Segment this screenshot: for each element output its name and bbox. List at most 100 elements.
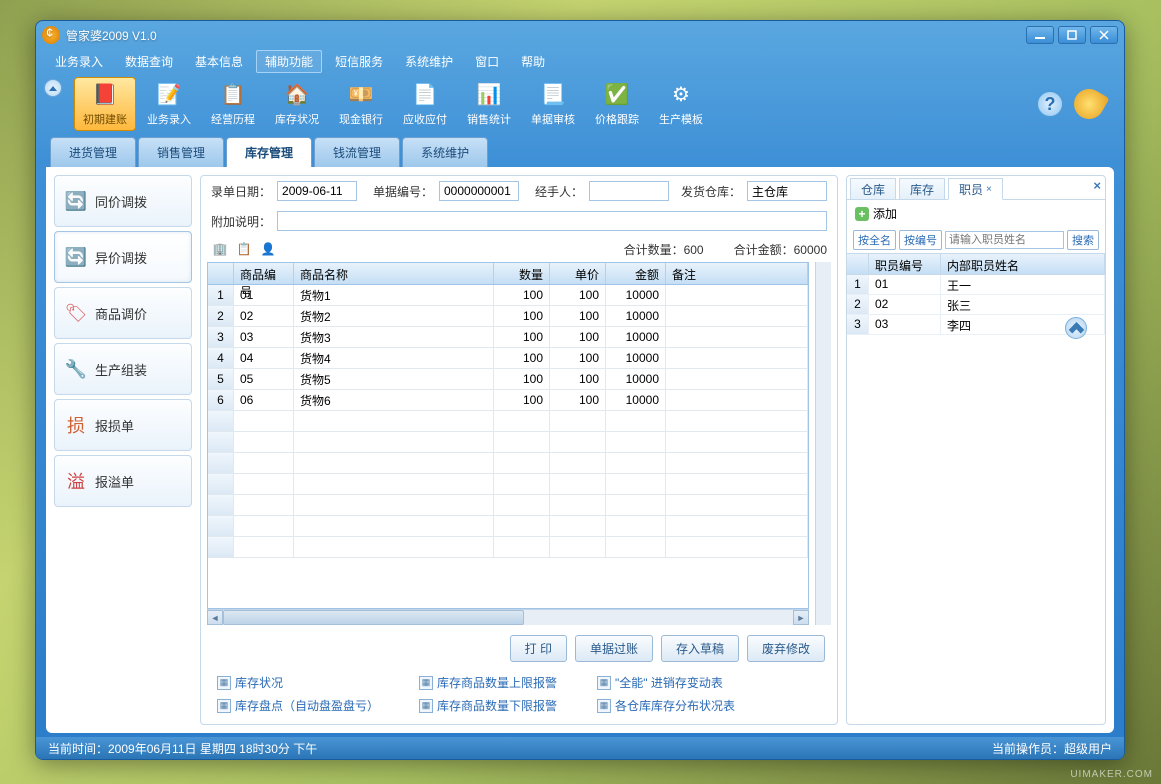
minimize-button[interactable] xyxy=(1026,26,1054,44)
toolbar-icon: ✅ xyxy=(604,82,630,108)
toolbar-button[interactable]: 📕初期建账 xyxy=(74,77,136,131)
sidebar-label: 同价调拨 xyxy=(95,192,147,211)
table-row[interactable]: 505货物510010010000 xyxy=(208,369,808,390)
menu-item[interactable]: 业务录入 xyxy=(46,50,112,73)
quick-link[interactable]: ▦库存状况 xyxy=(217,674,379,691)
main-tab[interactable]: 销售管理 xyxy=(138,137,224,167)
main-tab[interactable]: 系统维护 xyxy=(402,137,488,167)
table-row[interactable]: 606货物610010010000 xyxy=(208,390,808,411)
toolbar-button[interactable]: 📃单据审核 xyxy=(522,77,584,131)
sidebar-item[interactable]: 🔧生产组装 xyxy=(54,343,192,395)
sidebar-item[interactable]: 🔄同价调拨 xyxy=(54,175,192,227)
table-row[interactable]: 202货物210010010000 xyxy=(208,306,808,327)
titlebar[interactable]: 管家婆2009 V1.0 xyxy=(36,21,1124,49)
no-label: 单据编号： xyxy=(373,183,433,200)
right-panel-close-icon[interactable]: × xyxy=(1093,178,1101,193)
toolbar-button[interactable]: 📋经营历程 xyxy=(202,77,264,131)
table-row-empty[interactable] xyxy=(208,474,808,495)
menu-item[interactable]: 窗口 xyxy=(466,50,508,73)
table-row[interactable]: 303货物310010010000 xyxy=(208,327,808,348)
app-logo-icon xyxy=(42,26,60,44)
filter-all-button[interactable]: 按全名 xyxy=(853,230,896,250)
right-table-row[interactable]: 202张三 xyxy=(847,295,1105,315)
post-button[interactable]: 单据过账 xyxy=(575,635,653,662)
grid-tool-icon-3[interactable]: 👤 xyxy=(259,240,277,258)
grid-header-amt[interactable]: 金额 xyxy=(606,263,666,284)
menu-item[interactable]: 辅助功能 xyxy=(256,50,322,73)
search-button[interactable]: 搜索 xyxy=(1067,230,1099,250)
right-tab[interactable]: 库存 xyxy=(899,178,945,199)
theme-icon[interactable] xyxy=(1069,84,1110,125)
sidebar-item[interactable]: 🏷商品调价 xyxy=(54,287,192,339)
discard-button[interactable]: 废弃修改 xyxy=(747,635,825,662)
grid-header-note[interactable]: 备注 xyxy=(666,263,808,284)
date-input[interactable] xyxy=(277,181,357,201)
grid-tool-icon-2[interactable]: 📋 xyxy=(235,240,253,258)
grid-header-code[interactable]: 商品编号 xyxy=(234,263,294,284)
toolbar-button[interactable]: ⚙生产模板 xyxy=(650,77,712,131)
toolbar-button[interactable]: 📄应收应付 xyxy=(394,77,456,131)
sidebar-item[interactable]: 🔄异价调拨 xyxy=(54,231,192,283)
horizontal-scrollbar[interactable]: ◄ ► xyxy=(207,609,809,625)
sidebar-item[interactable]: 损报损单 xyxy=(54,399,192,451)
right-tab[interactable]: 仓库 xyxy=(850,178,896,199)
right-tab[interactable]: 职员× xyxy=(948,178,1003,200)
collapse-toolbar-button[interactable] xyxy=(44,79,62,97)
close-button[interactable] xyxy=(1090,26,1118,44)
quick-link[interactable]: ▦库存盘点（自动盘盈盘亏） xyxy=(217,697,379,714)
menu-item[interactable]: 数据查询 xyxy=(116,50,182,73)
table-row-empty[interactable] xyxy=(208,537,808,558)
table-row-empty[interactable] xyxy=(208,516,808,537)
right-grid-body[interactable]: 101王一202张三303李四 xyxy=(847,275,1105,724)
quick-link[interactable]: ▦"全能" 进销存变动表 xyxy=(597,674,735,691)
grid-body[interactable]: 101货物110010010000202货物210010010000303货物3… xyxy=(208,285,808,608)
table-row-empty[interactable] xyxy=(208,432,808,453)
table-row-empty[interactable] xyxy=(208,453,808,474)
grid-header-price[interactable]: 单价 xyxy=(550,263,606,284)
menu-item[interactable]: 短信服务 xyxy=(326,50,392,73)
rgrid-header-n[interactable] xyxy=(847,254,869,274)
table-row-empty[interactable] xyxy=(208,495,808,516)
print-button[interactable]: 打 印 xyxy=(510,635,567,662)
main-tab[interactable]: 进货管理 xyxy=(50,137,136,167)
float-arrow-icon[interactable] xyxy=(1065,317,1087,339)
help-icon[interactable]: ? xyxy=(1036,90,1064,118)
filter-no-button[interactable]: 按编号 xyxy=(899,230,942,250)
toolbar-button[interactable]: 📝业务录入 xyxy=(138,77,200,131)
main-tab[interactable]: 库存管理 xyxy=(226,137,312,167)
quick-link[interactable]: ▦各仓库库存分布状况表 xyxy=(597,697,735,714)
sidebar-label: 报损单 xyxy=(95,416,134,435)
right-table-row[interactable]: 101王一 xyxy=(847,275,1105,295)
handler-input[interactable] xyxy=(589,181,669,201)
menu-item[interactable]: 系统维护 xyxy=(396,50,462,73)
grid-tool-icon-1[interactable]: 🏢 xyxy=(211,240,229,258)
maximize-button[interactable] xyxy=(1058,26,1086,44)
table-row[interactable]: 101货物110010010000 xyxy=(208,285,808,306)
grid-header-qty[interactable]: 数量 xyxy=(494,263,550,284)
rgrid-header-name[interactable]: 内部职员姓名 xyxy=(941,254,1105,274)
quick-link[interactable]: ▦库存商品数量下限报警 xyxy=(419,697,557,714)
note-input[interactable] xyxy=(277,211,827,231)
toolbar-button[interactable]: 💴现金银行 xyxy=(330,77,392,131)
toolbar-button[interactable]: ✅ 价格跟踪 xyxy=(586,77,648,131)
table-row-empty[interactable] xyxy=(208,411,808,432)
menu-item[interactable]: 帮助 xyxy=(512,50,554,73)
no-input[interactable] xyxy=(439,181,519,201)
tab-close-icon[interactable]: × xyxy=(986,184,992,195)
sidebar-item[interactable]: 溢报溢单 xyxy=(54,455,192,507)
table-row[interactable]: 404货物410010010000 xyxy=(208,348,808,369)
menu-item[interactable]: 基本信息 xyxy=(186,50,252,73)
toolbar-button[interactable]: 🏠库存状况 xyxy=(266,77,328,131)
rgrid-header-code[interactable]: 职员编号 xyxy=(869,254,941,274)
add-row[interactable]: + 添加 xyxy=(847,200,1105,227)
warehouse-input[interactable] xyxy=(747,181,827,201)
toolbar-button[interactable]: 📊销售统计 xyxy=(458,77,520,131)
grid-header-n[interactable] xyxy=(208,263,234,284)
draft-button[interactable]: 存入草稿 xyxy=(661,635,739,662)
main-tab[interactable]: 钱流管理 xyxy=(314,137,400,167)
search-input[interactable] xyxy=(945,231,1064,249)
grid-header-name[interactable]: 商品名称 xyxy=(294,263,494,284)
vertical-scrollbar[interactable] xyxy=(815,262,831,625)
toolbar-label: 价格跟踪 xyxy=(595,111,639,127)
quick-link[interactable]: ▦库存商品数量上限报警 xyxy=(419,674,557,691)
